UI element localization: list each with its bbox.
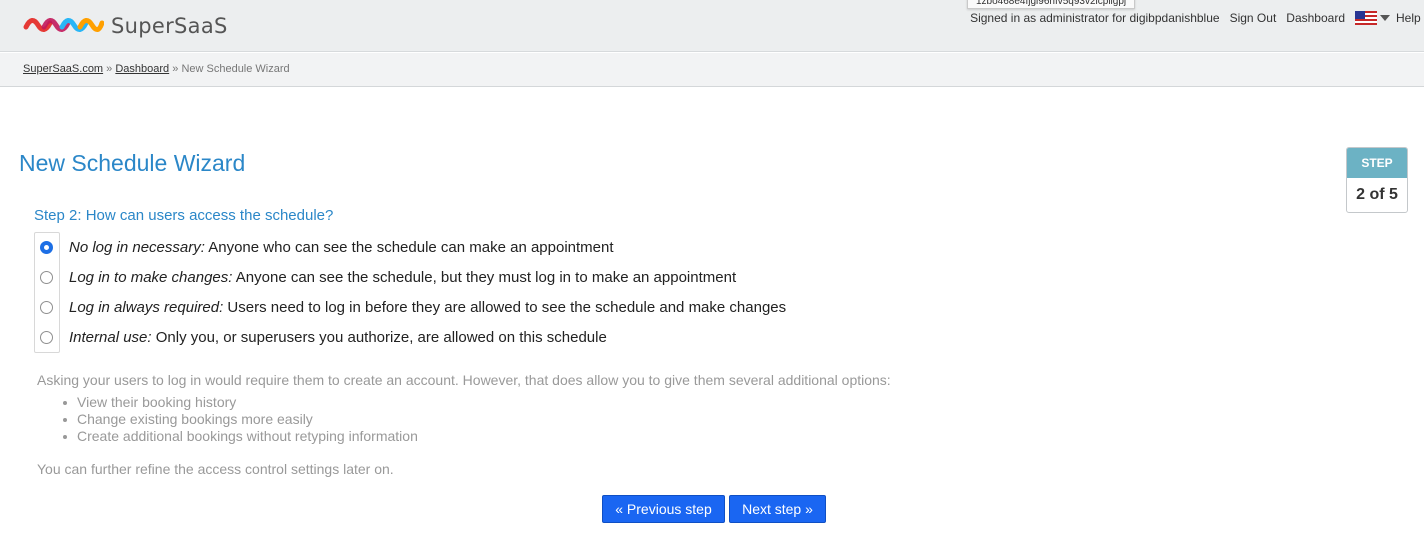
- tooltip: 1zbo468e4fjgi96hfv5q93v2lcpiigpj: [967, 0, 1136, 9]
- language-dropdown-chevron-icon[interactable]: [1380, 15, 1390, 21]
- breadcrumb-separator: »: [106, 63, 113, 75]
- option-text: Only you, or superusers you authorize, a…: [151, 328, 607, 346]
- breadcrumb-home-link[interactable]: SuperSaaS.com: [23, 63, 103, 75]
- radio-internal-use[interactable]: [40, 330, 53, 344]
- radio-login-to-change[interactable]: [40, 270, 53, 284]
- signed-in-text: Signed in as administrator for digibpdan…: [970, 11, 1220, 25]
- info-bullet-list: View their booking history Change existi…: [63, 394, 418, 445]
- question-heading: Step 2: How can users access the schedul…: [34, 207, 334, 224]
- page-title: New Schedule Wizard: [19, 150, 246, 176]
- option-text: Anyone who can see the schedule can make…: [204, 238, 614, 256]
- option-emph: Log in to make changes:: [69, 268, 233, 286]
- option-internal-use[interactable]: Internal use: Only you, or superusers yo…: [34, 322, 934, 352]
- breadcrumb: SuperSaaS.com » Dashboard » New Schedule…: [0, 53, 1424, 87]
- option-label[interactable]: Log in always required: Users need to lo…: [69, 299, 786, 316]
- supersaas-logo-icon: [23, 18, 104, 32]
- list-item: Change existing bookings more easily: [63, 411, 418, 428]
- user-nav: Signed in as administrator for digibpdan…: [970, 10, 1424, 26]
- dashboard-link[interactable]: Dashboard: [1286, 11, 1345, 25]
- sign-out-link[interactable]: Sign Out: [1230, 11, 1277, 25]
- radio-login-always[interactable]: [40, 300, 53, 314]
- top-bar: SuperSaaS 1zbo468e4fjgi96hfv5q93v2lcpiig…: [0, 0, 1424, 52]
- option-no-login[interactable]: No log in necessary: Anyone who can see …: [34, 232, 934, 262]
- us-flag-icon[interactable]: [1355, 11, 1377, 25]
- supersaas-logo[interactable]: SuperSaaS: [22, 10, 228, 42]
- option-text: Anyone can see the schedule, but they mu…: [232, 268, 737, 286]
- option-login-to-change[interactable]: Log in to make changes: Anyone can see t…: [34, 262, 934, 292]
- option-emph: Log in always required:: [69, 298, 224, 316]
- option-login-always[interactable]: Log in always required: Users need to lo…: [34, 292, 934, 322]
- step-value: 2 of 5: [1356, 186, 1398, 203]
- info-footer: You can further refine the access contro…: [37, 461, 394, 477]
- breadcrumb-current: New Schedule Wizard: [181, 63, 290, 75]
- option-emph: No log in necessary:: [69, 238, 205, 256]
- help-link[interactable]: Help: [1396, 11, 1424, 25]
- step-indicator: STEP 2 of 5: [1346, 147, 1408, 213]
- step-label: STEP: [1347, 148, 1407, 178]
- option-text: Users need to log in before they are all…: [223, 298, 787, 316]
- list-item: Create additional bookings without retyp…: [63, 428, 418, 444]
- option-label[interactable]: Internal use: Only you, or superusers yo…: [69, 329, 607, 346]
- option-emph: Internal use:: [69, 328, 152, 346]
- radio-no-login[interactable]: [40, 240, 53, 254]
- breadcrumb-dashboard-link[interactable]: Dashboard: [115, 63, 169, 75]
- info-intro: Asking your users to log in would requir…: [37, 372, 891, 388]
- next-step-button[interactable]: Next step »: [729, 495, 826, 523]
- previous-step-button[interactable]: « Previous step: [602, 495, 725, 523]
- list-item: View their booking history: [63, 394, 418, 411]
- option-label[interactable]: Log in to make changes: Anyone can see t…: [69, 269, 736, 286]
- option-label[interactable]: No log in necessary: Anyone who can see …: [69, 239, 614, 256]
- logo-text: SuperSaaS: [111, 14, 228, 38]
- breadcrumb-separator: »: [172, 63, 179, 75]
